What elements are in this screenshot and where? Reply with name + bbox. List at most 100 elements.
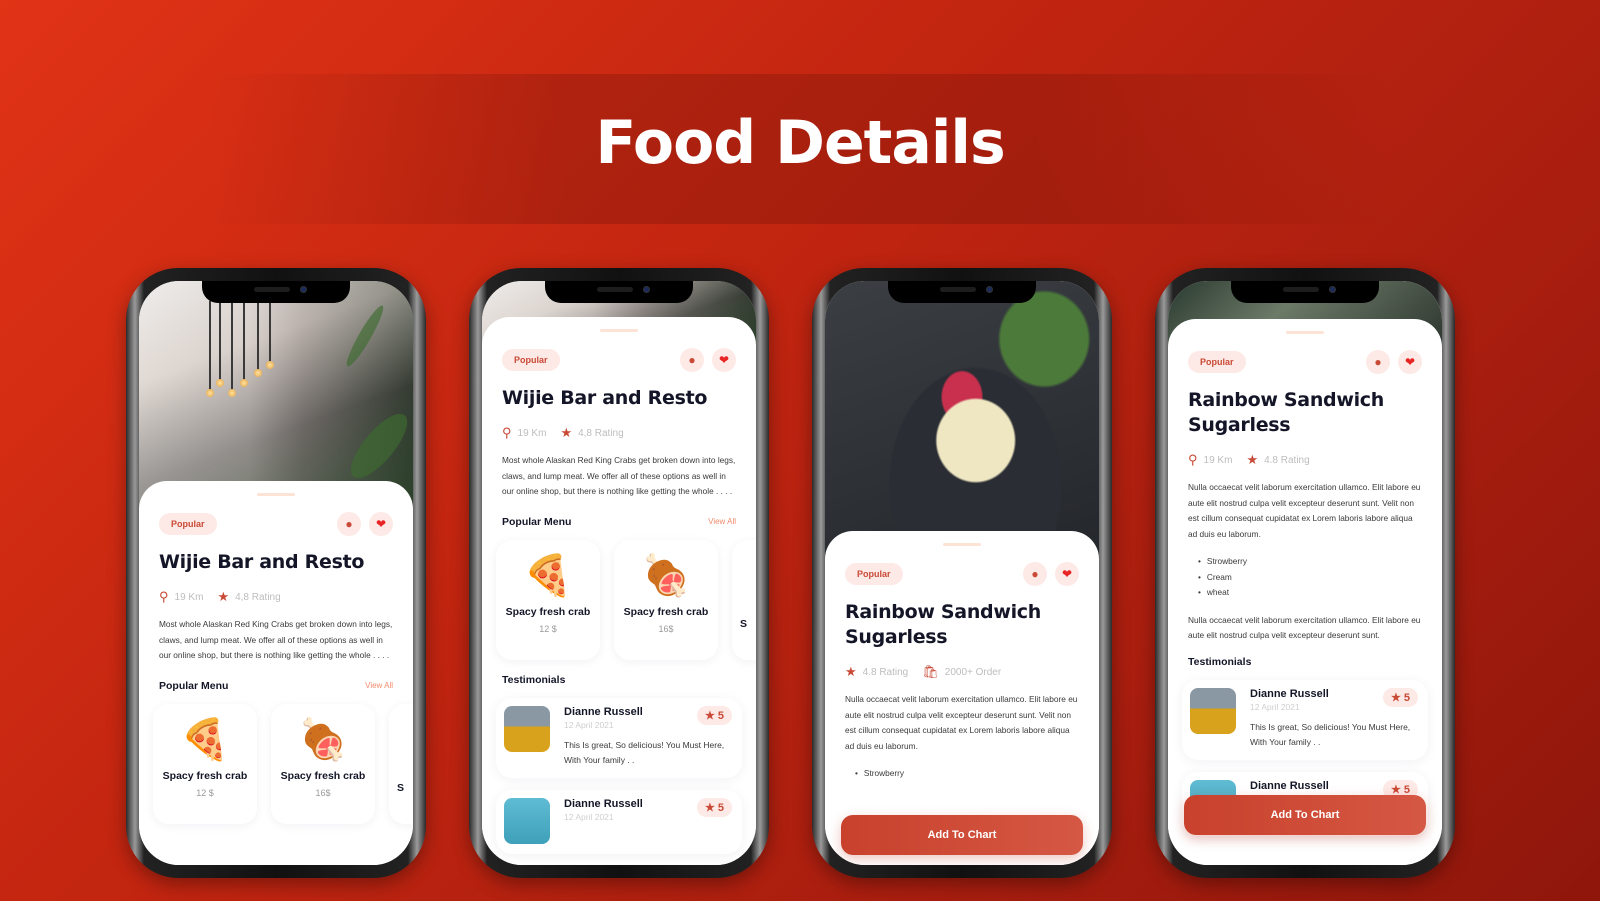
favorite-button[interactable]: ❤ bbox=[712, 348, 736, 372]
location-pin-icon: ⚲ bbox=[1188, 452, 1198, 467]
location-button[interactable]: ● bbox=[680, 348, 704, 372]
distance-text: 19 Km bbox=[174, 591, 204, 603]
view-all-link[interactable]: View All bbox=[708, 517, 736, 526]
menu-item-card[interactable]: 🍖 Spacy fresh crab 16$ bbox=[614, 539, 718, 660]
detail-sheet: Popular ● ❤ Wijie Bar and Resto ⚲ 19 Km ★… bbox=[139, 481, 413, 865]
star-icon: ★ bbox=[1390, 691, 1401, 704]
drag-handle[interactable] bbox=[257, 493, 295, 496]
drag-handle[interactable] bbox=[943, 543, 981, 546]
menu-item-name: Spacy fresh crab bbox=[162, 769, 248, 782]
add-to-chart-button[interactable]: Add To Chart bbox=[841, 815, 1083, 855]
menu-item-card[interactable]: S bbox=[732, 539, 756, 660]
drag-handle[interactable] bbox=[1286, 331, 1324, 334]
page-title: Food Details bbox=[595, 108, 1005, 178]
phone-screen: Popular ● ❤ Rainbow Sandwich Sugarless ⚲… bbox=[1168, 281, 1442, 865]
star-icon: ★ bbox=[704, 709, 715, 722]
rating-badge: ★ 5 bbox=[696, 797, 732, 817]
menu-item-name: S bbox=[397, 781, 405, 794]
phone-notch bbox=[202, 281, 350, 303]
place-title: Wijie Bar and Resto bbox=[502, 387, 708, 409]
location-pin-icon: ● bbox=[1031, 567, 1039, 581]
rating-badge: ★ 5 bbox=[1382, 687, 1418, 707]
description: Most whole Alaskan Red King Crabs get br… bbox=[502, 455, 736, 496]
menu-item-card[interactable]: S bbox=[389, 703, 413, 824]
add-to-chart-button[interactable]: Add To Chart bbox=[1184, 795, 1426, 835]
menu-item-price: 12 $ bbox=[196, 787, 214, 798]
favorite-button[interactable]: ❤ bbox=[1398, 350, 1422, 374]
popular-badge: Popular bbox=[1188, 351, 1246, 373]
ingredient-item: Cream bbox=[1198, 570, 1422, 586]
star-icon: ★ bbox=[217, 589, 230, 604]
testimonials-heading: Testimonials bbox=[1188, 655, 1252, 668]
heart-icon: ❤ bbox=[1061, 567, 1073, 581]
location-button[interactable]: ● bbox=[1366, 350, 1390, 374]
rating-value: 5 bbox=[717, 801, 724, 814]
reviewer-name: Dianne Russell bbox=[1250, 779, 1329, 792]
order-bag-icon: 🛍 bbox=[922, 664, 939, 679]
testimonial-card: Dianne Russell 12 April 2021 This Is gre… bbox=[1182, 679, 1428, 760]
location-pin-icon: ⚲ bbox=[502, 425, 512, 440]
location-pin-icon: ● bbox=[688, 353, 696, 367]
detail-sheet: Popular ● ❤ Wijie Bar and Resto ⚲ 19 Km ★… bbox=[482, 317, 756, 865]
description-secondary: Nulla occaecat velit laborum exercitatio… bbox=[1188, 614, 1421, 641]
rating-text: 4,8 Rating bbox=[578, 427, 624, 439]
ingredient-item: wheat bbox=[1198, 585, 1422, 601]
ingredient-list: Strowberry Cream wheat bbox=[1188, 554, 1422, 601]
popular-menu-heading: Popular Menu bbox=[159, 679, 229, 692]
meat-icon: 🍖 bbox=[298, 717, 348, 762]
avatar bbox=[504, 797, 550, 844]
order-count-text: 2000+ Order bbox=[944, 666, 1002, 678]
review-text: This Is great, So delicious! You Must He… bbox=[1250, 721, 1411, 747]
drag-handle[interactable] bbox=[600, 329, 638, 332]
favorite-button[interactable]: ❤ bbox=[1055, 562, 1079, 586]
testimonial-card: Dianne Russell 12 April 2021 ★ 5 bbox=[496, 789, 742, 854]
star-icon: ★ bbox=[1390, 783, 1401, 796]
popular-badge: Popular bbox=[159, 513, 217, 535]
pizza-icon: 🍕 bbox=[523, 553, 573, 598]
menu-item-card[interactable]: 🍕 Spacy fresh crab 12 $ bbox=[496, 539, 600, 660]
description: Nulla occaecat velit laborum exercitatio… bbox=[845, 694, 1078, 751]
phone-mockup-3: Popular ● ❤ Rainbow Sandwich Sugarless ★… bbox=[812, 268, 1112, 878]
view-all-link[interactable]: View All bbox=[365, 681, 393, 690]
star-icon: ★ bbox=[704, 801, 715, 814]
description: Nulla occaecat velit laborum exercitatio… bbox=[1188, 482, 1421, 539]
testimonials-heading: Testimonials bbox=[502, 673, 566, 686]
ingredient-list: Strowberry bbox=[845, 766, 1079, 782]
location-pin-icon: ● bbox=[1374, 355, 1382, 369]
rating-text: 4,8 Rating bbox=[235, 591, 281, 603]
popular-badge: Popular bbox=[502, 349, 560, 371]
rating-value: 5 bbox=[1403, 783, 1410, 796]
favorite-button[interactable]: ❤ bbox=[369, 512, 393, 536]
avatar bbox=[1190, 687, 1236, 734]
phone-notch bbox=[1231, 281, 1379, 303]
rating-text: 4.8 Rating bbox=[1264, 454, 1310, 466]
location-button[interactable]: ● bbox=[337, 512, 361, 536]
hero-image-cake bbox=[825, 281, 1099, 571]
popular-menu-list: 🍕 Spacy fresh crab 12 $ 🍖 Spacy fresh cr… bbox=[496, 539, 756, 660]
food-title: Rainbow Sandwich Sugarless bbox=[1188, 389, 1384, 436]
popular-menu-heading: Popular Menu bbox=[502, 515, 572, 528]
heart-icon: ❤ bbox=[718, 353, 730, 367]
menu-item-name: Spacy fresh crab bbox=[505, 605, 591, 618]
star-icon: ★ bbox=[560, 425, 573, 440]
phone-notch bbox=[545, 281, 693, 303]
ingredient-item: Strowberry bbox=[1198, 554, 1422, 570]
location-button[interactable]: ● bbox=[1023, 562, 1047, 586]
phone-notch bbox=[888, 281, 1036, 303]
location-pin-icon: ⚲ bbox=[159, 589, 169, 604]
menu-item-name: Spacy fresh crab bbox=[280, 769, 366, 782]
testimonial-card: Dianne Russell 12 April 2021 This Is gre… bbox=[496, 697, 742, 778]
distance-text: 19 Km bbox=[1203, 454, 1233, 466]
description: Most whole Alaskan Red King Crabs get br… bbox=[159, 619, 393, 660]
star-icon: ★ bbox=[845, 664, 857, 679]
rating-value: 5 bbox=[717, 709, 724, 722]
phone-mockup-4: Popular ● ❤ Rainbow Sandwich Sugarless ⚲… bbox=[1155, 268, 1455, 878]
pizza-icon: 🍕 bbox=[180, 717, 230, 762]
phone-screen: Popular ● ❤ Wijie Bar and Resto ⚲ 19 Km ★… bbox=[482, 281, 756, 865]
menu-item-card[interactable]: 🍕 Spacy fresh crab 12 $ bbox=[153, 703, 257, 824]
menu-item-card[interactable]: 🍖 Spacy fresh crab 16$ bbox=[271, 703, 375, 824]
menu-item-price: 16$ bbox=[658, 623, 674, 634]
meat-icon: 🍖 bbox=[641, 553, 691, 598]
menu-item-price: 12 $ bbox=[539, 623, 557, 634]
phone-screen: Popular ● ❤ Wijie Bar and Resto ⚲ 19 Km ★… bbox=[139, 281, 413, 865]
